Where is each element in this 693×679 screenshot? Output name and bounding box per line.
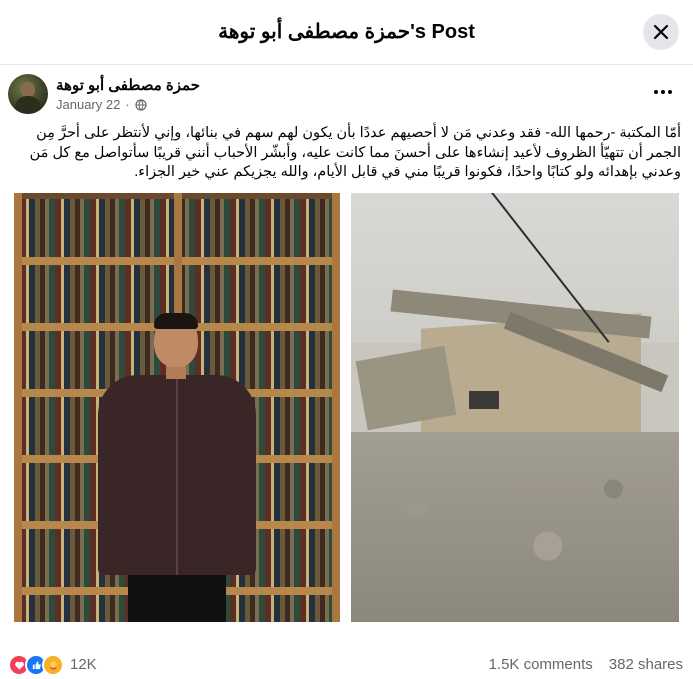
more-options-icon — [654, 90, 658, 94]
reaction-count[interactable]: 12K — [70, 656, 97, 673]
more-options-button[interactable] — [649, 80, 677, 104]
photo-destroyed-building[interactable] — [351, 193, 679, 622]
dialog-title: حمزة مصطفى أبو توهة's Post — [218, 21, 475, 43]
dialog-header: حمزة مصطفى أبو توهة's Post — [0, 0, 693, 65]
post-date[interactable]: January 22 — [56, 97, 120, 112]
author-name[interactable]: حمزة مصطفى أبو توهة — [56, 76, 200, 94]
post-stats: 1.5K comments 382 shares — [489, 656, 683, 673]
reactions[interactable] — [8, 654, 64, 676]
meta-separator: · — [125, 97, 130, 112]
person-figure — [98, 313, 256, 622]
comments-count[interactable]: 1.5K comments — [489, 656, 593, 673]
avatar[interactable] — [8, 74, 48, 114]
close-button[interactable] — [643, 14, 679, 50]
post-text: أمّا المكتبة -رحمها الله- فقد وعدني مَن … — [29, 125, 681, 180]
close-icon — [653, 24, 669, 40]
shares-count[interactable]: 382 shares — [609, 656, 683, 673]
photo-man-bookshelf[interactable] — [14, 193, 340, 622]
care-reaction-icon — [42, 654, 64, 676]
globe-icon[interactable] — [135, 98, 147, 111]
post-meta: January 22 · — [56, 97, 147, 112]
